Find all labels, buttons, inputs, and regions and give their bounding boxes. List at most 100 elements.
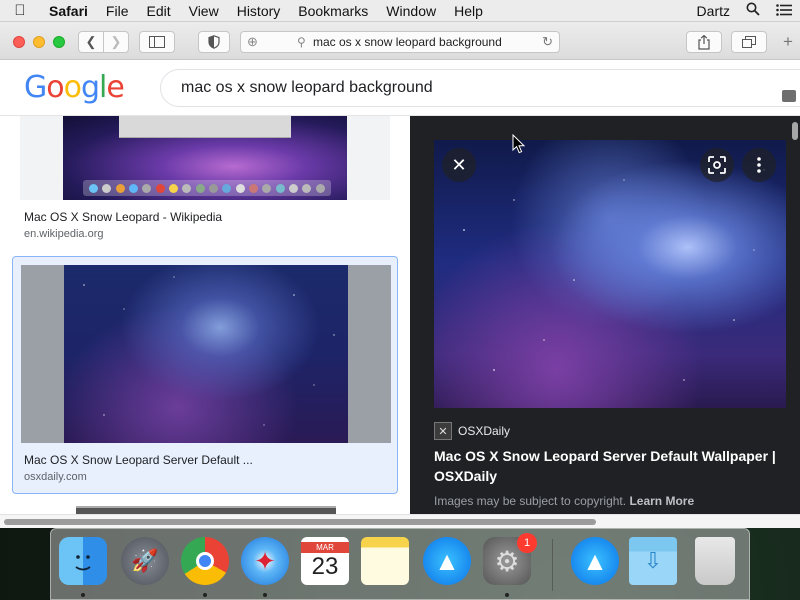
finder-icon[interactable] (59, 537, 107, 585)
notification-badge: 1 (517, 533, 537, 553)
menu-help[interactable]: Help (445, 3, 492, 19)
window-fullscreen-button[interactable] (53, 36, 65, 48)
tabs-overview-icon (742, 36, 756, 48)
sysprefs-running-dot (505, 593, 509, 597)
menu-bookmarks[interactable]: Bookmarks (289, 3, 377, 19)
safari-running-dot (263, 593, 267, 597)
finder-running-dot (81, 593, 85, 597)
preview-wallpaper-image[interactable]: ✕ (434, 140, 786, 408)
sidebar-icon (149, 36, 165, 48)
preview-source[interactable]: ✕ OSXDaily (434, 422, 510, 440)
preview-stars-overlay (463, 169, 765, 381)
chevron-right-icon: ❯ (110, 34, 122, 49)
sidebar-toggle-button[interactable] (139, 31, 175, 53)
chrome-running-dot (203, 593, 207, 597)
result-title[interactable]: Mac OS X Snow Leopard Server Default ... (24, 453, 253, 467)
google-logo-letter: o (46, 70, 64, 105)
browser-toolbar: ❮ ❯ ⊕ ⚲ mac os x snow leopard background… (0, 22, 800, 60)
dock-image (83, 180, 331, 196)
learn-more-link[interactable]: Learn More (629, 494, 694, 508)
finder-window-image (119, 116, 291, 138)
camera-icon[interactable] (782, 90, 796, 102)
result-domain: en.wikipedia.org (24, 228, 104, 240)
menu-view[interactable]: View (180, 3, 228, 19)
plus-icon: + (783, 32, 793, 51)
search-query: mac os x snow leopard background (181, 79, 433, 96)
spotlight-search-icon[interactable] (738, 2, 768, 19)
dock-separator (552, 539, 553, 591)
menu-edit[interactable]: Edit (137, 3, 179, 19)
osxdaily-favicon-icon: ✕ (434, 422, 452, 440)
next-result-thumbnail[interactable] (76, 506, 336, 514)
google-logo-letter: e (106, 70, 124, 105)
add-bookmark-icon[interactable]: ⊕ (247, 34, 258, 50)
dock: 🚀 ✦ MAR 23 ▲ ⚙ 1 ▲ ⇩ (50, 528, 750, 600)
notification-center-icon[interactable] (768, 3, 800, 19)
google-search-header: Google mac os x snow leopard background (0, 60, 800, 116)
share-button[interactable] (686, 31, 722, 53)
menu-window[interactable]: Window (377, 3, 445, 19)
menu-app-safari[interactable]: Safari (40, 3, 97, 19)
preview-title[interactable]: Mac OS X Snow Leopard Server Default Wal… (434, 446, 790, 486)
search-icon: ⚲ (297, 35, 306, 49)
horizontal-scrollbar[interactable] (0, 514, 800, 528)
downloads-folder-icon[interactable]: ⇩ (629, 537, 677, 585)
safari-window: ❮ ❯ ⊕ ⚲ mac os x snow leopard background… (0, 22, 800, 528)
mouse-pointer-icon (512, 134, 526, 154)
image-result-card-selected[interactable]: Mac OS X Snow Leopard Server Default ...… (12, 256, 398, 494)
more-options-button[interactable] (742, 148, 776, 182)
image-results: Mac OS X Snow Leopard - Wikipedia en.wik… (0, 116, 410, 514)
more-vertical-icon (757, 157, 761, 173)
show-tabs-button[interactable] (731, 31, 767, 53)
window-close-button[interactable] (13, 36, 25, 48)
menu-bar:  Safari File Edit View History Bookmark… (0, 0, 800, 22)
launchpad-icon[interactable]: 🚀 (121, 537, 169, 585)
privacy-report-button[interactable] (198, 31, 230, 53)
google-lens-button[interactable] (700, 148, 734, 182)
share-icon (698, 34, 710, 50)
reload-icon[interactable]: ↻ (542, 34, 553, 50)
google-logo-letter: G (24, 70, 47, 105)
calendar-icon[interactable]: MAR 23 (301, 537, 349, 585)
lens-icon (708, 156, 726, 174)
menu-file[interactable]: File (97, 3, 138, 19)
window-minimize-button[interactable] (33, 36, 45, 48)
trash-icon[interactable] (695, 537, 735, 585)
notes-icon[interactable] (361, 537, 409, 585)
result-thumbnail[interactable] (20, 116, 390, 200)
forward-button[interactable]: ❯ (103, 31, 129, 53)
result-domain: osxdaily.com (24, 471, 87, 483)
image-result-card[interactable]: Mac OS X Snow Leopard - Wikipedia en.wik… (20, 116, 390, 240)
new-tab-button[interactable]: + (776, 31, 800, 53)
calendar-month: MAR (301, 541, 349, 553)
chevron-left-icon: ❮ (85, 34, 97, 49)
back-button[interactable]: ❮ (78, 31, 104, 53)
copyright-note: Images may be subject to copyright. Lear… (434, 494, 694, 508)
source-name: OSXDaily (458, 424, 511, 438)
apple-menu-icon[interactable]:  (0, 2, 40, 19)
search-input[interactable]: mac os x snow leopard background (160, 69, 800, 107)
google-logo[interactable]: Google (24, 70, 125, 105)
result-thumbnail[interactable] (21, 265, 391, 443)
vertical-scrollbar[interactable] (792, 122, 798, 140)
copyright-note-text: Images may be subject to copyright. (434, 494, 627, 508)
shield-icon (208, 35, 220, 49)
app-store-download-icon[interactable]: ▲ (571, 537, 619, 585)
google-logo-letter: g (80, 70, 100, 105)
snow-leopard-desktop-image (63, 116, 347, 200)
safari-icon[interactable]: ✦ (241, 537, 289, 585)
menu-history[interactable]: History (228, 3, 290, 19)
calendar-day: 23 (311, 552, 339, 580)
chrome-icon[interactable] (181, 537, 229, 585)
address-bar[interactable]: ⊕ ⚲ mac os x snow leopard background ↻ (240, 31, 560, 53)
close-icon: ✕ (451, 154, 467, 175)
stars-overlay (83, 276, 335, 426)
close-preview-button[interactable]: ✕ (442, 148, 476, 182)
address-text: mac os x snow leopard background (313, 35, 502, 49)
snow-leopard-wallpaper-image (64, 265, 348, 443)
user-menu[interactable]: Dartz (689, 3, 738, 19)
horizontal-scroll-thumb[interactable] (4, 519, 596, 525)
result-title[interactable]: Mac OS X Snow Leopard - Wikipedia (24, 210, 222, 224)
app-store-icon[interactable]: ▲ (423, 537, 471, 585)
google-logo-letter: o (63, 70, 82, 105)
